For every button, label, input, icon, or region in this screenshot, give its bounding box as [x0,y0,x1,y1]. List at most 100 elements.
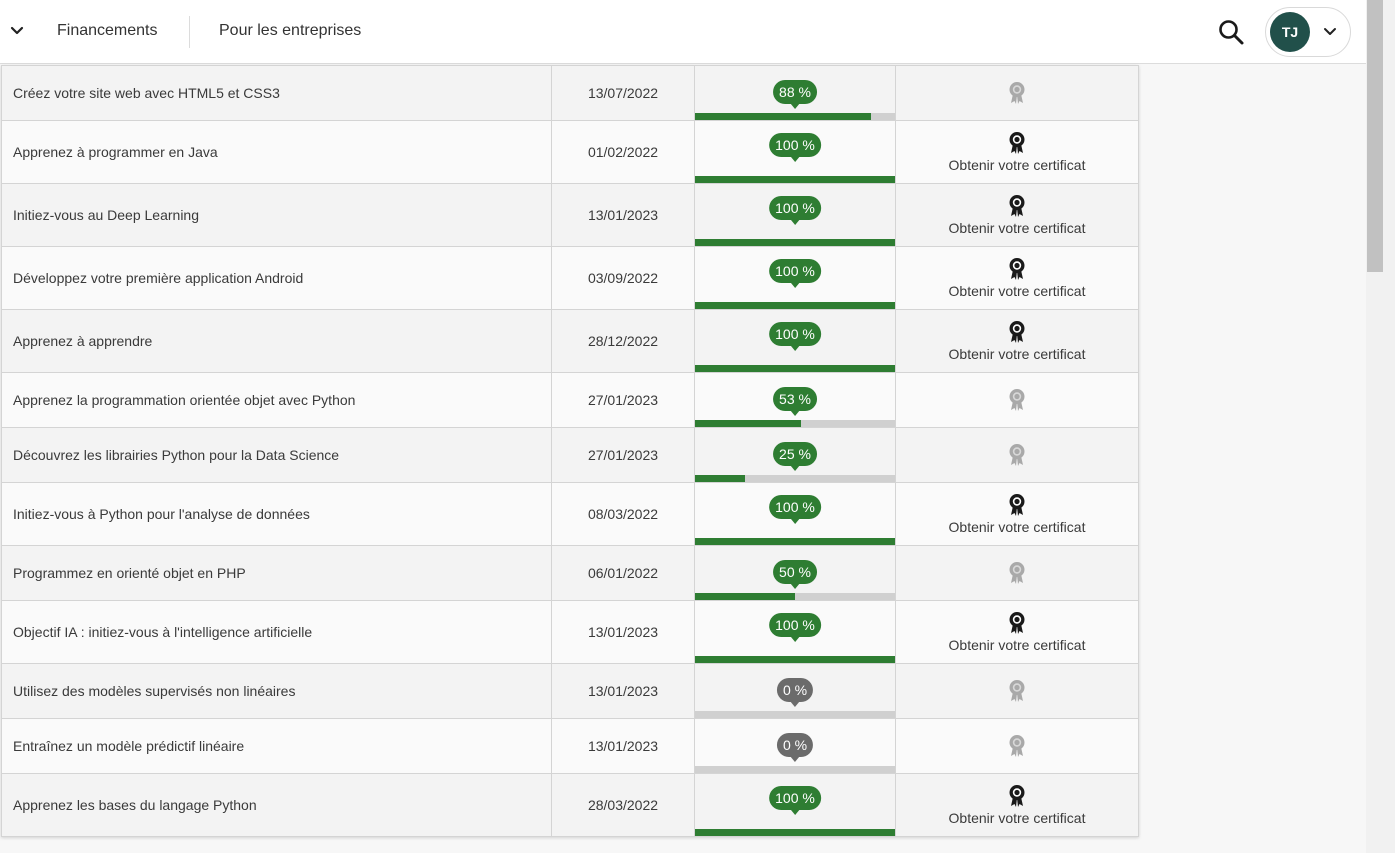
course-title[interactable]: Entraînez un modèle prédictif linéaire [1,718,552,774]
table-row: Créez votre site web avec HTML5 et CSS3 1… [1,65,1139,121]
progress-fill [695,302,895,309]
course-progress: 100 % [694,482,896,546]
table-row: Programmez en orienté objet en PHP 06/01/… [1,545,1139,601]
search-icon[interactable] [1217,18,1245,46]
course-certificate [895,372,1139,428]
table-row: Objectif IA : initiez-vous à l'intellige… [1,600,1139,664]
course-date: 01/02/2022 [551,120,695,184]
progress-fill [695,538,895,545]
medal-black-icon [1008,320,1026,344]
course-certificate: Obtenir votre certificat [895,120,1139,184]
get-certificate-link[interactable]: Obtenir votre certificat [949,220,1086,236]
table-row: Découvrez les librairies Python pour la … [1,427,1139,483]
table-row: Développez votre première application An… [1,246,1139,310]
user-menu-button[interactable]: TJ [1265,7,1351,57]
course-date: 13/01/2023 [551,600,695,664]
course-certificate [895,718,1139,774]
course-certificate [895,663,1139,719]
course-certificate: Obtenir votre certificat [895,482,1139,546]
course-title[interactable]: Utilisez des modèles supervisés non liné… [1,663,552,719]
course-date: 06/01/2022 [551,545,695,601]
progress-fill [695,420,801,427]
progress-badge: 100 % [769,613,821,637]
get-certificate-link[interactable]: Obtenir votre certificat [949,519,1086,535]
table-row: Entraînez un modèle prédictif linéaire 13… [1,718,1139,774]
progress-fill [695,176,895,183]
course-certificate: Obtenir votre certificat [895,773,1139,837]
course-progress: 0 % [694,718,896,774]
progress-fill [695,365,895,372]
table-row: Apprenez à programmer en Java 01/02/2022 1… [1,120,1139,184]
progress-badge: 100 % [769,133,821,157]
nav-financements[interactable]: Financements [57,22,158,40]
avatar: TJ [1270,12,1310,52]
course-progress: 25 % [694,427,896,483]
course-certificate: Obtenir votre certificat [895,246,1139,310]
get-certificate-link[interactable]: Obtenir votre certificat [949,283,1086,299]
course-date: 13/01/2023 [551,183,695,247]
progress-badge: 100 % [769,322,821,346]
progress-fill [695,656,895,663]
progress-fill [695,593,795,600]
get-certificate-link[interactable]: Obtenir votre certificat [949,346,1086,362]
course-title[interactable]: Programmez en orienté objet en PHP [1,545,552,601]
course-certificate: Obtenir votre certificat [895,309,1139,373]
get-certificate-link[interactable]: Obtenir votre certificat [949,157,1086,173]
course-date: 13/01/2023 [551,663,695,719]
course-title[interactable]: Initiez-vous au Deep Learning [1,183,552,247]
course-progress: 100 % [694,183,896,247]
medal-black-icon [1008,194,1026,218]
course-certificate [895,65,1139,121]
medal-black-icon [1008,784,1026,808]
progress-badge: 100 % [769,259,821,283]
progress-fill [695,475,745,482]
progress-badge: 50 % [773,560,817,584]
course-progress: 50 % [694,545,896,601]
table-row: Apprenez les bases du langage Python 28/0… [1,773,1139,837]
scrollbar-thumb[interactable] [1367,0,1383,272]
medal-black-icon [1008,493,1026,517]
progress-badge: 0 % [776,733,814,757]
get-certificate-link[interactable]: Obtenir votre certificat [949,637,1086,653]
progress-badge: 25 % [773,442,817,466]
course-title[interactable]: Apprenez la programmation orientée objet… [1,372,552,428]
nav-divider [189,16,190,48]
course-progress: 100 % [694,309,896,373]
table-row: Initiez-vous à Python pour l'analyse de … [1,482,1139,546]
course-progress: 53 % [694,372,896,428]
progress-fill [695,113,871,120]
course-title[interactable]: Apprenez les bases du langage Python [1,773,552,837]
course-title[interactable]: Découvrez les librairies Python pour la … [1,427,552,483]
course-certificate: Obtenir votre certificat [895,600,1139,664]
course-date: 27/01/2023 [551,372,695,428]
medal-black-icon [1008,131,1026,155]
course-progress: 88 % [694,65,896,121]
progress-badge: 100 % [769,196,821,220]
course-date: 13/07/2022 [551,65,695,121]
course-certificate [895,545,1139,601]
medal-gray-icon [1008,443,1026,467]
course-progress: 100 % [694,773,896,837]
course-date: 28/12/2022 [551,309,695,373]
course-date: 03/09/2022 [551,246,695,310]
nav-pour-les-entreprises[interactable]: Pour les entreprises [219,22,361,40]
course-title[interactable]: Apprenez à apprendre [1,309,552,373]
course-title[interactable]: Objectif IA : initiez-vous à l'intellige… [1,600,552,664]
table-row: Apprenez à apprendre 28/12/2022 100 % Obte… [1,309,1139,373]
chevron-down-icon[interactable] [8,22,26,40]
progress-track [695,711,895,718]
course-title[interactable]: Apprenez à programmer en Java [1,120,552,184]
medal-gray-icon [1008,679,1026,703]
medal-black-icon [1008,611,1026,635]
course-title[interactable]: Initiez-vous à Python pour l'analyse de … [1,482,552,546]
progress-badge: 100 % [769,495,821,519]
medal-gray-icon [1008,81,1026,105]
course-title[interactable]: Développez votre première application An… [1,246,552,310]
course-progress: 100 % [694,246,896,310]
medal-gray-icon [1008,388,1026,412]
progress-badge: 100 % [769,786,821,810]
course-title[interactable]: Créez votre site web avec HTML5 et CSS3 [1,65,552,121]
medal-gray-icon [1008,561,1026,585]
table-row: Apprenez la programmation orientée objet… [1,372,1139,428]
get-certificate-link[interactable]: Obtenir votre certificat [949,810,1086,826]
